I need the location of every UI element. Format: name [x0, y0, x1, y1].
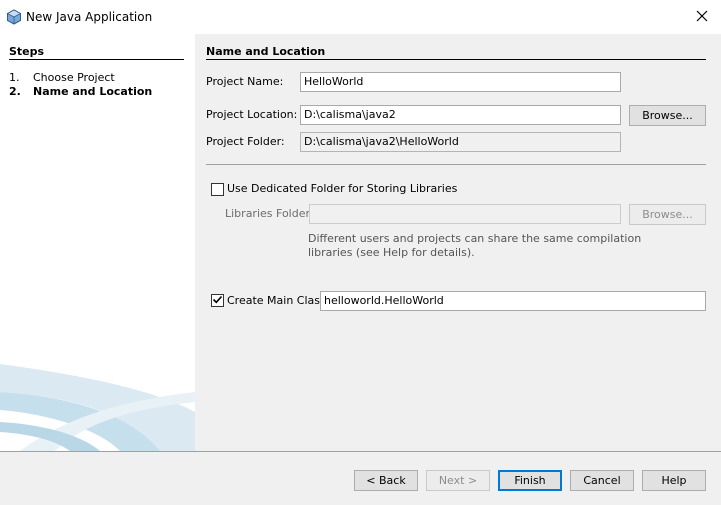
finish-button[interactable]: Finish [498, 470, 562, 491]
close-button[interactable] [686, 3, 718, 31]
project-location-input[interactable]: D:\calisma\java2 [300, 105, 621, 125]
step-item-choose-project: 1. Choose Project [9, 71, 115, 85]
netbeans-cube-icon [6, 9, 22, 25]
step-number: 1. [9, 71, 20, 84]
dedicated-folder-label: Use Dedicated Folder for Storing Librari… [227, 182, 458, 195]
form-divider [206, 164, 706, 165]
project-name-label: Project Name: [206, 75, 284, 88]
swoosh-decoration [0, 364, 195, 451]
create-main-class-label: Create Main Class [227, 294, 326, 307]
libraries-help-text-line2: libraries (see Help for details). [308, 246, 475, 259]
browse-libraries-button[interactable]: Browse... [629, 204, 706, 225]
step-item-name-and-location: 2. Name and Location [9, 85, 152, 99]
checkmark-icon [212, 294, 223, 308]
next-button[interactable]: Next > [426, 470, 490, 491]
button-bar: < Back Next > Finish Cancel Help [0, 451, 721, 505]
dedicated-folder-checkbox[interactable] [211, 183, 224, 196]
libraries-folder-input[interactable] [309, 204, 621, 224]
project-location-label: Project Location: [206, 108, 298, 121]
back-button[interactable]: < Back [354, 470, 418, 491]
project-folder-field: D:\calisma\java2\HelloWorld [300, 132, 621, 152]
project-name-input[interactable]: HelloWorld [300, 72, 621, 92]
section-heading-rule [206, 59, 706, 60]
main-class-input[interactable]: helloworld.HelloWorld [320, 291, 706, 311]
close-icon [696, 10, 708, 25]
content-panel: Name and Location Project Name: HelloWor… [195, 34, 721, 451]
window-title: New Java Application [26, 10, 153, 24]
steps-heading: Steps [9, 45, 45, 58]
step-label: Choose Project [33, 71, 115, 84]
step-label: Name and Location [33, 85, 153, 98]
libraries-folder-label: Libraries Folder: [225, 207, 314, 220]
project-folder-label: Project Folder: [206, 135, 285, 148]
browse-location-button[interactable]: Browse... [629, 105, 706, 126]
section-heading: Name and Location [206, 45, 326, 58]
steps-panel: Steps 1. Choose Project 2. Name and Loca… [0, 34, 195, 451]
title-bar: New Java Application [0, 0, 721, 34]
step-number: 2. [9, 85, 21, 98]
libraries-help-text-line1: Different users and projects can share t… [308, 232, 642, 245]
cancel-button[interactable]: Cancel [570, 470, 634, 491]
create-main-class-checkbox[interactable] [211, 294, 224, 307]
help-button[interactable]: Help [642, 470, 706, 491]
steps-heading-rule [9, 59, 184, 60]
